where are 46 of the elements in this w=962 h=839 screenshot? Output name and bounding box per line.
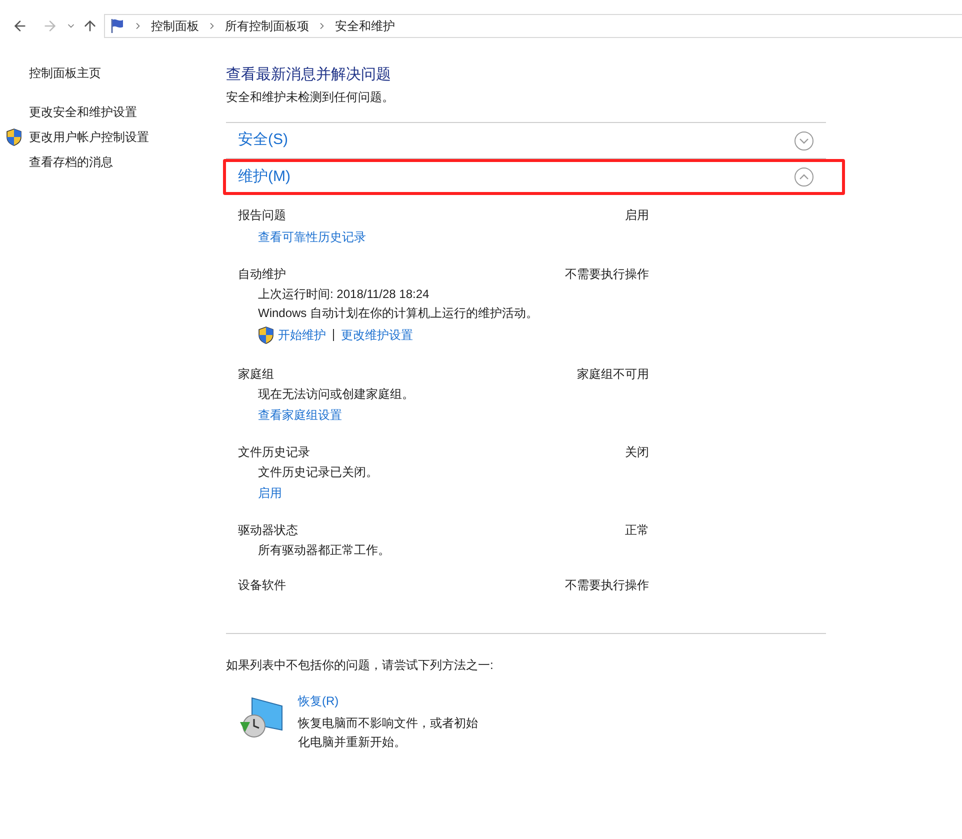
back-icon[interactable]	[12, 18, 28, 34]
link[interactable]: 查看家庭组设置	[258, 406, 342, 424]
collapse-icon[interactable]	[794, 167, 814, 187]
flag-icon	[109, 18, 125, 34]
item-status: 正常	[625, 522, 649, 539]
link[interactable]: 开始维护	[278, 326, 326, 344]
breadcrumb-item[interactable]: 安全和维护	[335, 17, 395, 35]
link[interactable]: 更改维护设置	[341, 326, 413, 344]
section-title[interactable]: 维护(M)	[238, 166, 290, 188]
item-description: 现在无法访问或创建家庭组。	[258, 386, 414, 402]
section-header[interactable]: 安全(S)	[226, 123, 826, 159]
item-description: 上次运行时间: 2018/11/28 18:24	[258, 286, 430, 302]
item-name: 自动维护	[238, 266, 286, 283]
item-description: 所有驱动器都正常工作。	[258, 542, 390, 558]
item-status: 不需要执行操作	[565, 577, 649, 594]
recovery-link[interactable]: 恢复(R)	[298, 692, 488, 714]
sidebar-link[interactable]: 查看存档的消息	[29, 152, 113, 170]
item-name: 家庭组	[238, 366, 274, 383]
item-status: 关闭	[625, 444, 649, 461]
item-name: 报告问题	[238, 207, 286, 224]
link[interactable]: 启用	[258, 484, 282, 502]
sidebar-link[interactable]: 更改安全和维护设置	[29, 102, 137, 120]
item-name: 驱动器状态	[238, 522, 298, 539]
help-prompt: 如果列表中不包括你的问题，请尝试下列方法之一:	[226, 657, 494, 674]
page-heading: 查看最新消息并解决问题	[226, 65, 392, 85]
item-status: 启用	[625, 207, 649, 224]
link[interactable]: 查看可靠性历史记录	[258, 228, 366, 246]
item-name: 设备软件	[238, 577, 286, 594]
item-status: 家庭组不可用	[577, 366, 649, 383]
item-description: 文件历史记录已关闭。	[258, 464, 378, 480]
shield-icon	[258, 326, 274, 344]
address-bar[interactable]: 控制面板 所有控制面板项 安全和维护	[104, 14, 962, 38]
up-icon[interactable]	[82, 18, 98, 34]
sidebar-link[interactable]: 更改用户帐户控制设置	[29, 128, 149, 146]
recovery-description: 恢复电脑而不影响文件，或者初始化电脑并重新开始。	[298, 715, 479, 751]
item-status: 不需要执行操作	[565, 266, 649, 283]
expand-icon[interactable]	[794, 130, 814, 150]
breadcrumb-item[interactable]: 控制面板	[151, 17, 199, 35]
shield-icon	[6, 128, 22, 146]
section-header[interactable]: 维护(M)	[223, 159, 845, 195]
item-name: 文件历史记录	[238, 444, 310, 461]
item-description: Windows 自动计划在你的计算机上运行的维护活动。	[258, 304, 538, 322]
section-title[interactable]: 安全(S)	[238, 129, 288, 152]
breadcrumb-item[interactable]: 所有控制面板项	[225, 17, 309, 35]
summary-text: 安全和维护未检测到任何问题。	[226, 89, 395, 106]
sidebar-link[interactable]: 控制面板主页	[29, 64, 101, 82]
